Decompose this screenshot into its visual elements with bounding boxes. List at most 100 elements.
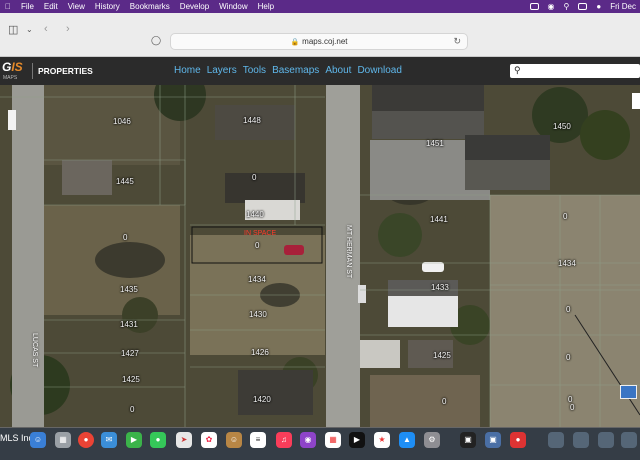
parcel-label[interactable]: 1435	[120, 285, 138, 294]
reminders-icon[interactable]: ≡	[250, 432, 266, 448]
appstore-icon[interactable]: ▲	[399, 432, 415, 448]
parcel-label[interactable]: 1425	[433, 351, 451, 360]
gis-logo[interactable]: GIS MAPS	[0, 60, 30, 82]
battery-icon[interactable]	[529, 3, 539, 10]
parcel-label[interactable]: 1445	[116, 177, 134, 186]
menu-file[interactable]: File	[21, 2, 34, 11]
parcel-label[interactable]: 1448	[243, 116, 261, 125]
street-label-right: MT HERMAN ST	[345, 225, 352, 279]
menu-view[interactable]: View	[68, 2, 85, 11]
minimized-window-icon[interactable]	[548, 432, 564, 448]
chevron-down-icon[interactable]: ⌄	[26, 25, 33, 34]
calendar-icon[interactable]: ▦	[325, 432, 341, 448]
reload-icon[interactable]: ↻	[453, 34, 461, 49]
parcel-label[interactable]: 1434	[558, 259, 576, 268]
search-spotlight-icon[interactable]: ⚲	[564, 2, 570, 11]
nav-basemaps[interactable]: Basemaps	[272, 65, 319, 76]
parcel-label[interactable]: 1451	[426, 139, 444, 148]
basemap-thumbnail-button[interactable]	[620, 385, 637, 399]
wifi-icon[interactable]: ◉	[548, 2, 555, 11]
chrome-icon[interactable]: ●	[78, 432, 94, 448]
browser-toolbar: ◫ ⌄ ‹ › ◯ 🔒 maps.coj.net ↻	[0, 13, 640, 57]
parcel-label[interactable]: 0	[570, 403, 574, 412]
search-icon[interactable]: ⚲	[514, 65, 521, 76]
nav-download[interactable]: Download	[357, 65, 401, 76]
minimized-window-icon[interactable]	[598, 432, 614, 448]
nav-tools[interactable]: Tools	[243, 65, 266, 76]
nav-about[interactable]: About	[325, 65, 351, 76]
parcel-label[interactable]: 1431	[120, 320, 138, 329]
privacy-shield-icon[interactable]: ◯	[151, 35, 161, 46]
trash-icon[interactable]	[621, 432, 637, 448]
parcel-label[interactable]: 1046	[113, 117, 131, 126]
mail-icon[interactable]: ✉	[101, 432, 117, 448]
address-bar[interactable]: 🔒 maps.coj.net ↻	[170, 33, 468, 50]
apple-icon[interactable]: 	[5, 2, 11, 11]
parcel-label[interactable]: 0	[563, 212, 567, 221]
messages-icon[interactable]: ●	[150, 432, 166, 448]
logo-g: G	[2, 60, 12, 74]
parcel-label[interactable]: 1434	[248, 275, 266, 284]
address-text: maps.coj.net	[302, 37, 348, 46]
zoom-control[interactable]	[632, 93, 640, 109]
aerial-imagery	[0, 85, 640, 427]
launchpad-icon[interactable]: ▦	[55, 432, 71, 448]
parcel-label[interactable]: 0	[568, 395, 572, 404]
menu-history[interactable]: History	[95, 2, 120, 11]
menu-clock[interactable]: Fri Dec	[610, 2, 636, 11]
nav-home[interactable]: Home	[174, 65, 201, 76]
parcel-label[interactable]: 0	[442, 397, 446, 406]
nav-layers[interactable]: Layers	[207, 65, 237, 76]
parcel-label[interactable]: 1426	[251, 348, 269, 357]
back-icon[interactable]: ‹	[44, 23, 48, 35]
parcel-label[interactable]: 1420	[253, 395, 271, 404]
parcel-label[interactable]: 1425	[122, 375, 140, 384]
app-header: GIS MAPS PROPERTIES Home Layers Tools Ba…	[0, 57, 640, 85]
control-center-icon[interactable]	[578, 3, 588, 10]
menu-help[interactable]: Help	[258, 2, 274, 11]
lock-icon: 🔒	[290, 39, 300, 46]
menu-bar:  File Edit View History Bookmarks Devel…	[0, 0, 640, 13]
facetime-icon[interactable]: ▶	[126, 432, 142, 448]
parcel-label[interactable]: 1430	[249, 310, 267, 319]
menu-window[interactable]: Window	[219, 2, 247, 11]
parcel-label[interactable]: 0	[252, 173, 256, 182]
parcel-label[interactable]: 1440	[246, 210, 264, 219]
photobooth-icon[interactable]: ●	[510, 432, 526, 448]
parcel-label[interactable]: 1450	[553, 122, 571, 131]
forward-icon[interactable]: ›	[66, 23, 70, 35]
preview-icon[interactable]: ▣	[460, 432, 476, 448]
parcel-label[interactable]: 1433	[431, 283, 449, 292]
menu-develop[interactable]: Develop	[180, 2, 209, 11]
map-view[interactable]: MT HERMAN ST LUCAS ST IN SPACE 1046 1448…	[0, 85, 640, 427]
parcel-label[interactable]: 1427	[121, 349, 139, 358]
parcel-label[interactable]: 1441	[430, 215, 448, 224]
screenshot-icon[interactable]: ▣	[485, 432, 501, 448]
parcel-label[interactable]: 0	[566, 305, 570, 314]
sidebar-toggle-icon[interactable]: ◫	[8, 23, 18, 36]
minimized-window-icon[interactable]	[573, 432, 589, 448]
logo-is: IS	[11, 60, 23, 74]
maps-icon[interactable]: ➤	[176, 432, 192, 448]
parcel-label[interactable]: 0	[255, 241, 259, 250]
subject-parcel-label: IN SPACE	[244, 230, 277, 237]
parcel-label[interactable]: 0	[566, 353, 570, 362]
settings-icon[interactable]: ⚙	[424, 432, 440, 448]
street-label-left: LUCAS ST	[31, 333, 38, 368]
appletv-icon[interactable]: ▶	[349, 432, 365, 448]
logo-sub: MAPS	[3, 75, 18, 81]
menu-bookmarks[interactable]: Bookmarks	[130, 2, 170, 11]
parcel-label[interactable]: 0	[123, 233, 127, 242]
news-icon[interactable]: ★	[374, 432, 390, 448]
app-title: PROPERTIES	[32, 63, 93, 79]
siri-icon[interactable]: ●	[596, 2, 601, 11]
dock-mls-text: MLS Inc	[0, 433, 34, 443]
contacts-icon[interactable]: ☺	[226, 432, 242, 448]
finder-icon[interactable]: ☺	[30, 432, 46, 448]
podcasts-icon[interactable]: ◉	[300, 432, 316, 448]
menu-edit[interactable]: Edit	[44, 2, 58, 11]
music-icon[interactable]: ♫	[276, 432, 292, 448]
search-input[interactable]: ⚲	[510, 64, 640, 78]
parcel-label[interactable]: 0	[130, 405, 134, 414]
photos-icon[interactable]: ✿	[201, 432, 217, 448]
